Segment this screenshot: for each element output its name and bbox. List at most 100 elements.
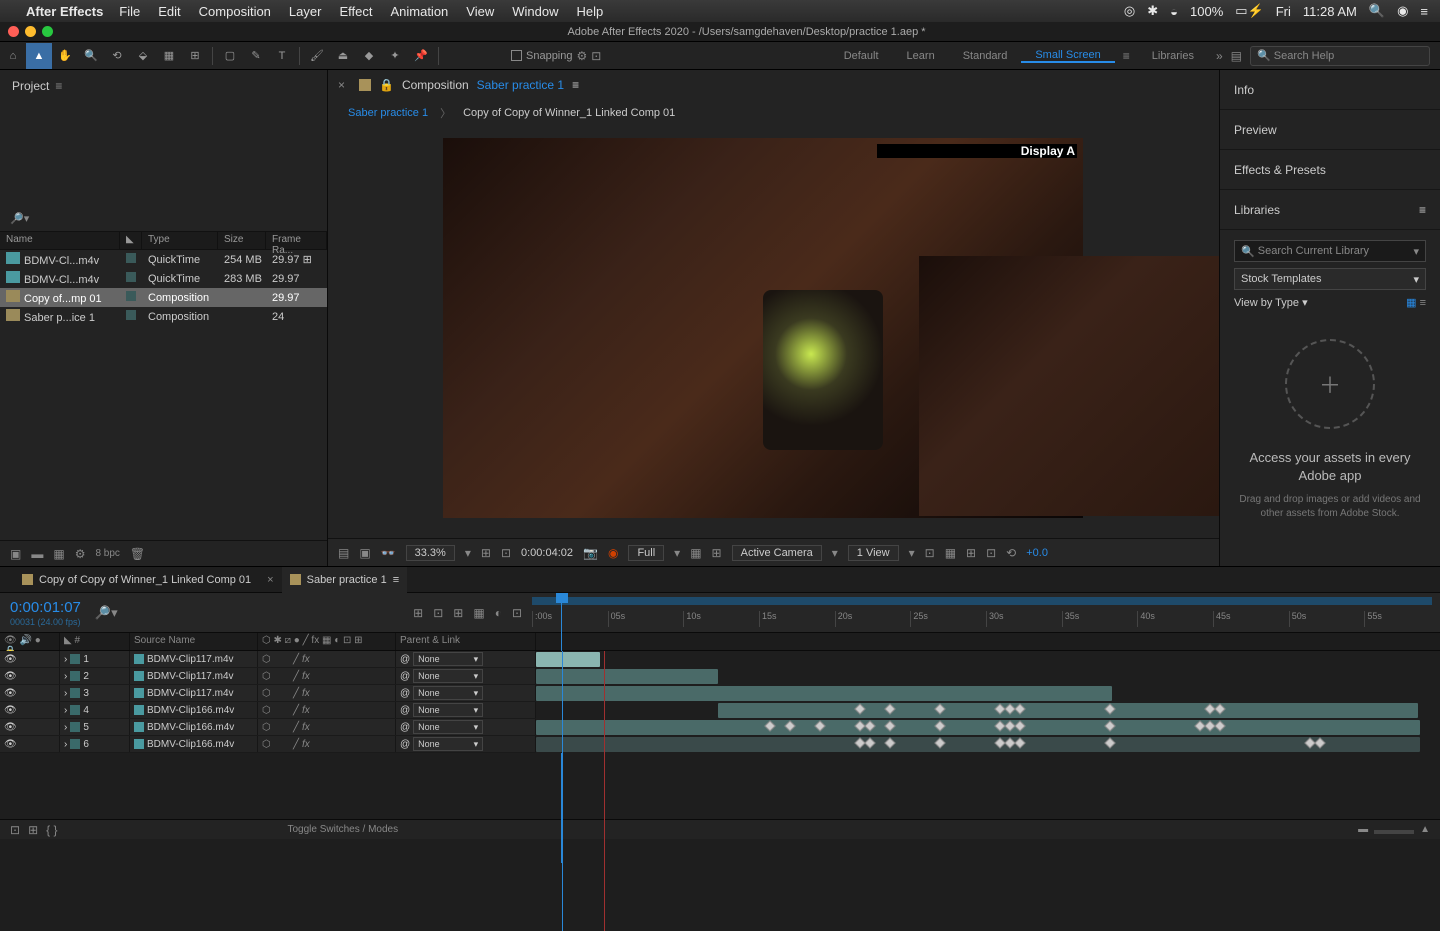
snapshot-icon[interactable]: 📷: [583, 546, 598, 560]
layer-track[interactable]: [536, 719, 1440, 736]
menu-help[interactable]: Help: [576, 4, 603, 19]
pickwhip-icon[interactable]: @: [400, 671, 410, 682]
eraser-tool[interactable]: ◆: [356, 43, 382, 69]
parent-dropdown[interactable]: None▾: [413, 669, 483, 683]
workspace-learn[interactable]: Learn: [893, 50, 949, 62]
col-name[interactable]: Name: [0, 232, 120, 249]
app-name[interactable]: After Effects: [26, 4, 103, 19]
layer-track[interactable]: [536, 651, 1440, 668]
layer-track[interactable]: [536, 736, 1440, 753]
current-timecode[interactable]: 0:00:01:07: [10, 599, 81, 616]
clip-bar[interactable]: [718, 703, 1418, 718]
zoom-dropdown[interactable]: 33.3%: [406, 545, 455, 561]
timeline-layer-row[interactable]: 👁 ›5 BDMV-Clip166.m4v ⬡ ╱ fx @None▾: [0, 719, 1440, 736]
visibility-toggle[interactable]: 👁: [4, 671, 17, 682]
layer-track[interactable]: [536, 685, 1440, 702]
notification-center-icon[interactable]: ≡: [1420, 4, 1428, 19]
visibility-toggle[interactable]: 👁: [4, 739, 17, 750]
frame-blend-icon[interactable]: ▦: [473, 606, 484, 620]
hand-tool[interactable]: ✋: [52, 43, 78, 69]
parent-dropdown[interactable]: None▾: [413, 686, 483, 700]
timeline-ruler[interactable]: :00s05s10s15s20s25s30s35s40s45s50s55s: [532, 593, 1440, 632]
menu-composition[interactable]: Composition: [199, 4, 271, 19]
view-dropdown[interactable]: 1 View: [848, 545, 899, 561]
visibility-toggle[interactable]: 👁: [4, 722, 17, 733]
menu-file[interactable]: File: [119, 4, 140, 19]
libraries-panel-header[interactable]: Libraries ≡: [1220, 190, 1440, 230]
pickwhip-icon[interactable]: @: [400, 654, 410, 665]
resolution-icon[interactable]: ⊞: [481, 546, 491, 560]
col-type[interactable]: Type: [142, 232, 218, 249]
timeline-layer-row[interactable]: 👁 ›2 BDMV-Clip117.m4v ⬡ ╱ fx @None▾: [0, 668, 1440, 685]
color-mgmt-icon[interactable]: ◉: [608, 546, 618, 560]
timeline-tab-0[interactable]: Copy of Copy of Winner_1 Linked Comp 01: [14, 567, 259, 593]
puppet-tool[interactable]: 📌: [408, 43, 434, 69]
clip-bar[interactable]: [536, 737, 1420, 752]
reset-exposure-icon[interactable]: ⟲: [1006, 546, 1016, 560]
clip-bar[interactable]: [536, 669, 718, 684]
camera-dropdown[interactable]: Active Camera: [732, 545, 822, 561]
menu-edit[interactable]: Edit: [158, 4, 180, 19]
roi-icon[interactable]: ▦: [690, 546, 701, 560]
library-search-input[interactable]: 🔍 Search Current Library ▾: [1234, 240, 1426, 262]
motion-blur-icon[interactable]: ◐: [495, 606, 502, 620]
list-view-icon[interactable]: ≡: [1420, 297, 1426, 309]
creative-cloud-icon[interactable]: ◎: [1124, 3, 1135, 19]
flowchart-icon[interactable]: ⊡: [986, 546, 996, 560]
timeline-layer-row[interactable]: 👁 ›6 BDMV-Clip166.m4v ⬡ ╱ fx @None▾: [0, 736, 1440, 753]
col-number[interactable]: #: [74, 635, 80, 646]
comp-time[interactable]: 0:00:04:02: [521, 547, 573, 559]
info-panel[interactable]: Info: [1220, 70, 1440, 110]
roto-tool[interactable]: ✦: [382, 43, 408, 69]
pen-tool[interactable]: ✎: [243, 43, 269, 69]
workspace-overflow-icon[interactable]: »: [1216, 49, 1223, 63]
shy-icon[interactable]: ⊞: [453, 606, 463, 620]
pickwhip-icon[interactable]: @: [400, 688, 410, 699]
comp-mini-flowchart-icon[interactable]: ⊞: [413, 606, 423, 620]
fast-preview-icon[interactable]: ▦: [945, 546, 956, 560]
timeline-tab-1[interactable]: Saber practice 1 ≡: [282, 567, 408, 593]
col-tag-icon[interactable]: ◣: [64, 635, 72, 646]
timeline-layer-row[interactable]: 👁 ›4 BDMV-Clip166.m4v ⬡ ╱ fx @None▾: [0, 702, 1440, 719]
clip-bar[interactable]: [536, 686, 1112, 701]
col-label-icon[interactable]: ◣: [120, 232, 142, 249]
preview-panel[interactable]: Preview: [1220, 110, 1440, 150]
interpret-footage-icon[interactable]: ▣: [10, 547, 21, 561]
clip-bar[interactable]: [536, 652, 600, 667]
pickwhip-icon[interactable]: @: [400, 722, 410, 733]
project-search[interactable]: 🔎▾: [0, 206, 327, 232]
visibility-toggle[interactable]: 👁: [4, 705, 17, 716]
close-window-icon[interactable]: [8, 26, 19, 37]
grid-icon[interactable]: ⊞: [712, 546, 722, 560]
visibility-toggle[interactable]: 👁: [4, 688, 17, 699]
wifi-icon[interactable]: ◒: [1170, 4, 1178, 19]
libraries-menu-icon[interactable]: ≡: [1419, 203, 1426, 217]
project-item[interactable]: BDMV-Cl...m4vQuickTime283 MB29.97: [0, 269, 327, 288]
composition-viewer[interactable]: Display A: [328, 126, 1219, 538]
exposure-value[interactable]: +0.0: [1026, 547, 1048, 559]
col-source-name[interactable]: Source Name: [130, 633, 258, 650]
menu-layer[interactable]: Layer: [289, 4, 322, 19]
view-by-label[interactable]: View by Type ▾: [1234, 296, 1308, 309]
workspace-standard[interactable]: Standard: [949, 50, 1022, 62]
lock-icon[interactable]: 🔒: [379, 78, 394, 92]
menu-window[interactable]: Window: [512, 4, 558, 19]
parent-dropdown[interactable]: None▾: [413, 652, 483, 666]
clock-day[interactable]: Fri: [1276, 4, 1291, 19]
project-settings-icon[interactable]: ⚙: [75, 547, 86, 561]
minimize-window-icon[interactable]: [25, 26, 36, 37]
parent-dropdown[interactable]: None▾: [413, 737, 483, 751]
project-panel-header[interactable]: Project ≡: [0, 70, 327, 102]
col-framerate[interactable]: Frame Ra...: [266, 232, 327, 249]
new-folder-icon[interactable]: ▬: [31, 547, 43, 561]
clone-tool[interactable]: ⏏: [330, 43, 356, 69]
workspace-reset-icon[interactable]: ▤: [1231, 49, 1242, 63]
clip-bar[interactable]: [536, 720, 1420, 735]
toggle-switches-icon[interactable]: ⊡: [10, 823, 20, 837]
layer-track[interactable]: [536, 702, 1440, 719]
effects-presets-panel[interactable]: Effects & Presets: [1220, 150, 1440, 190]
timeline-tab-menu-icon[interactable]: ≡: [393, 574, 399, 586]
bpc-label[interactable]: 8 bpc: [95, 548, 119, 559]
visibility-toggle[interactable]: 👁: [4, 654, 17, 665]
toggle-transfer-icon[interactable]: ⊞: [28, 823, 38, 837]
